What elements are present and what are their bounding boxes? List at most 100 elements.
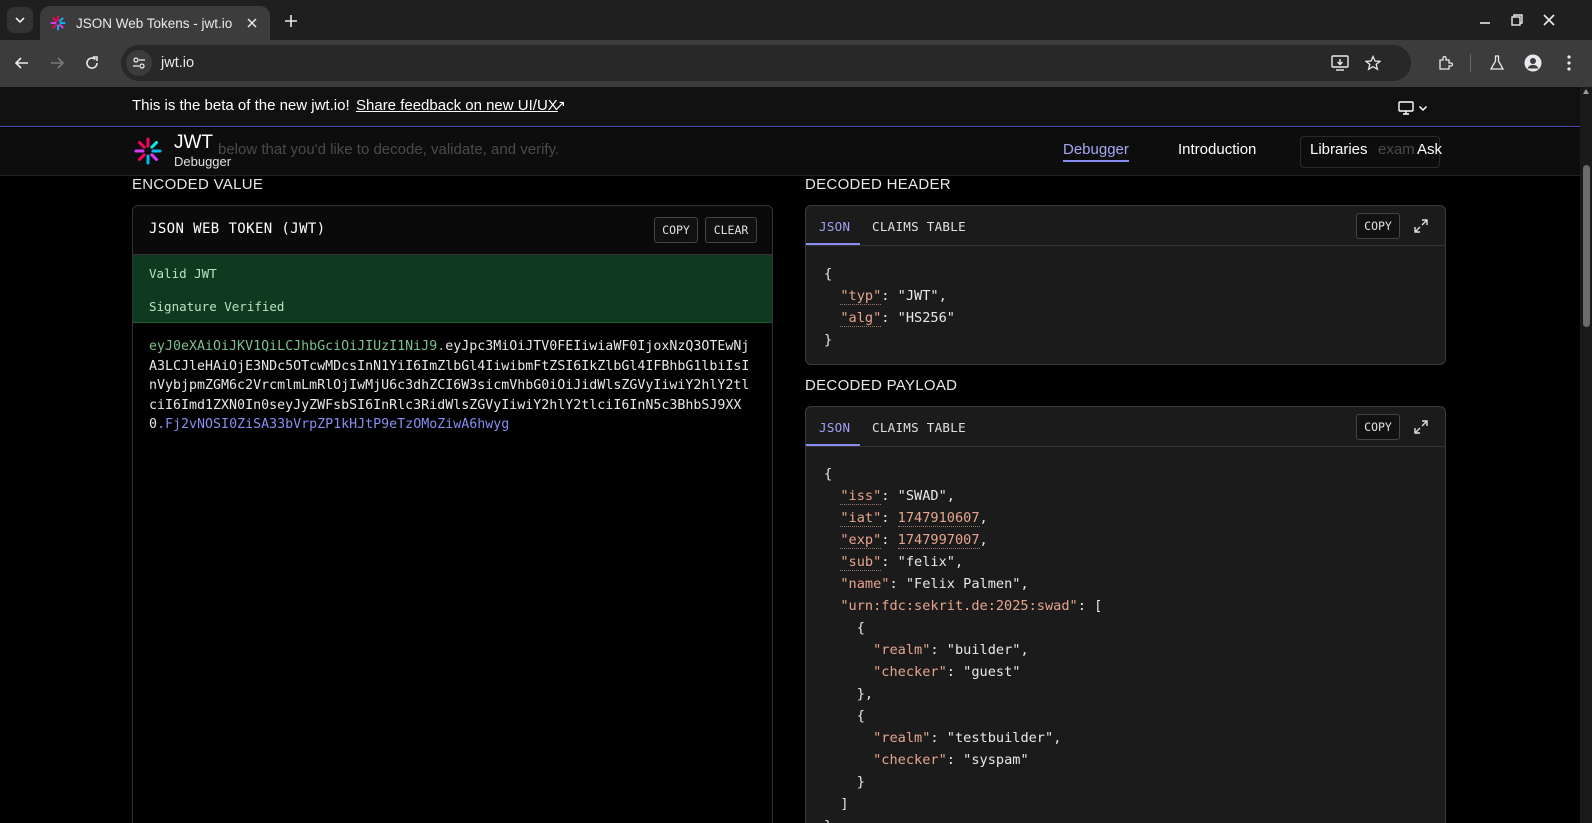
json-value: "felix" [897,554,955,570]
beta-banner-text: This is the beta of the new jwt.io! [132,97,350,114]
copy-header-button[interactable]: COPY [1356,213,1400,239]
decoded-payload-tabs: JSON CLAIMS TABLE COPY [806,407,1445,447]
json-key: "checker" [873,664,947,680]
profile-avatar-icon[interactable] [1521,51,1545,75]
logo-subtitle: Debugger [174,154,232,169]
minimize-button[interactable] [1473,8,1497,32]
site-settings-icon[interactable] [126,50,152,76]
token-header-part: eyJ0eXAiOiJKV1QiLCJhbGciOiJIUzI1NiJ9. [149,339,446,354]
copy-token-button[interactable]: COPY [654,217,698,243]
scroll-up-arrow-icon[interactable] [1583,89,1589,94]
reload-icon [86,56,98,69]
json-line: } [824,815,1102,823]
json-line: "iss": "SWAD", [840,488,955,505]
active-tab-indicator [806,444,860,446]
jwt-favicon-icon [50,15,66,31]
tab-header-claims-table[interactable]: CLAIMS TABLE [872,219,966,234]
nav-introduction[interactable]: Introduction [1178,141,1256,158]
json-key: "urn:fdc:sekrit.de:2025:swad" [840,598,1078,614]
json-key: "sub" [840,554,882,571]
expand-icon[interactable] [1409,214,1433,238]
close-window-button[interactable] [1537,8,1561,32]
nav-debugger[interactable]: Debugger [1063,141,1129,162]
decoded-payload-panel: JSON CLAIMS TABLE COPY { "iss": "SWAD", … [805,406,1446,823]
copy-payload-button[interactable]: COPY [1356,414,1400,440]
tab-header-json[interactable]: JSON [819,219,850,234]
token-input[interactable]: eyJ0eXAiOiJKV1QiLCJhbGciOiJIUzI1NiJ9.eyJ… [149,337,757,435]
encoded-panel: JSON WEB TOKEN (JWT) COPY CLEAR Valid JW… [132,205,773,823]
json-key: "alg" [840,310,882,327]
minimize-icon [1480,22,1490,24]
tab-close-icon[interactable] [244,15,260,31]
restore-button[interactable] [1505,8,1529,32]
json-value: "Felix Palmen" [905,576,1021,592]
json-value: "HS256" [897,310,955,326]
extensions-icon[interactable] [1433,51,1457,75]
json-line: "sub": "felix", [840,554,964,571]
reload-button[interactable] [80,51,104,75]
decoded-header-panel: JSON CLAIMS TABLE COPY { "typ": "JWT", "… [805,205,1446,365]
token-signature-part: .Fj2vNOSI0ZiSA33bVrpZP1kHJtP9eTzOMoZiwA6… [157,417,510,432]
restore-icon [1511,14,1523,26]
encoded-value-title: ENCODED VALUE [132,176,264,193]
expand-icon[interactable] [1409,415,1433,439]
beta-banner: This is the beta of the new jwt.io! Shar… [0,87,1580,127]
decoded-payload-title: DECODED PAYLOAD [805,377,958,394]
decoded-header-json: { "typ": "JWT", "alg": "HS256"} [824,263,955,351]
scroll-thumb[interactable] [1583,165,1590,327]
json-line: "typ": "JWT", [840,288,947,305]
json-key: "checker" [873,752,947,768]
active-tab-indicator [806,243,860,245]
browser-menu-icon[interactable] [1557,51,1581,75]
json-line: "realm": "builder", [873,642,1029,658]
tab-payload-json[interactable]: JSON [819,420,850,435]
json-value: [ [1094,598,1103,614]
ghost-instructions: below that you'd like to decode, validat… [218,141,560,158]
status-signature-verified: Signature Verified [149,299,285,314]
json-line: { [856,708,865,724]
json-line: "realm": "testbuilder", [873,730,1062,746]
page-scrollbar[interactable] [1580,87,1592,823]
bookmark-star-icon[interactable] [1361,51,1385,75]
clear-token-button[interactable]: CLEAR [705,217,757,243]
new-tab-button[interactable] [278,8,304,34]
jwt-logo-icon[interactable] [134,137,162,165]
status-valid-jwt: Valid JWT [149,266,217,281]
chevron-down-icon [1418,105,1428,112]
nav-ask[interactable]: Ask [1417,141,1442,158]
decoded-payload-json: { "iss": "SWAD", "iat": 1747910607, "exp… [824,463,1102,823]
json-number-value: 1747997007 [897,532,980,549]
json-value: "testbuilder" [946,730,1054,746]
json-key: "iat" [840,510,882,527]
json-key: "realm" [873,642,931,658]
json-value: "syspam" [963,752,1029,768]
json-line: { [824,466,833,482]
json-line: ] [840,796,849,812]
theme-selector[interactable] [1398,98,1438,118]
json-key: "name" [840,576,890,592]
page-content: This is the beta of the new jwt.io! Shar… [0,87,1580,823]
tab-title: JSON Web Tokens - jwt.io [76,15,233,31]
nav-libraries[interactable]: Libraries [1310,141,1368,158]
decoded-header-tabs: JSON CLAIMS TABLE COPY [806,206,1445,246]
feedback-link[interactable]: Share feedback on new UI/UX [356,97,558,114]
json-line: "urn:fdc:sekrit.de:2025:swad": [ [840,598,1103,614]
labs-flask-icon[interactable] [1485,51,1509,75]
tab-search-button[interactable] [7,7,33,33]
json-value: "builder" [946,642,1021,658]
address-bar[interactable]: jwt.io [121,45,1411,81]
tab-strip: JSON Web Tokens - jwt.io [0,0,1592,40]
json-line: { [856,620,865,636]
install-app-icon[interactable] [1328,51,1352,75]
json-value: "SWAD" [897,488,947,504]
browser-tab-active[interactable]: JSON Web Tokens - jwt.io [40,6,270,40]
json-line: } [856,774,865,790]
json-line: "exp": 1747997007, [840,532,988,549]
json-key: "exp" [840,532,882,549]
url-text: jwt.io [161,55,195,71]
forward-button[interactable] [45,51,69,75]
back-button[interactable] [10,51,34,75]
tab-payload-claims-table[interactable]: CLAIMS TABLE [872,420,966,435]
toolbar-separator [1470,54,1471,72]
validation-status: Valid JWT Signature Verified [133,255,772,323]
